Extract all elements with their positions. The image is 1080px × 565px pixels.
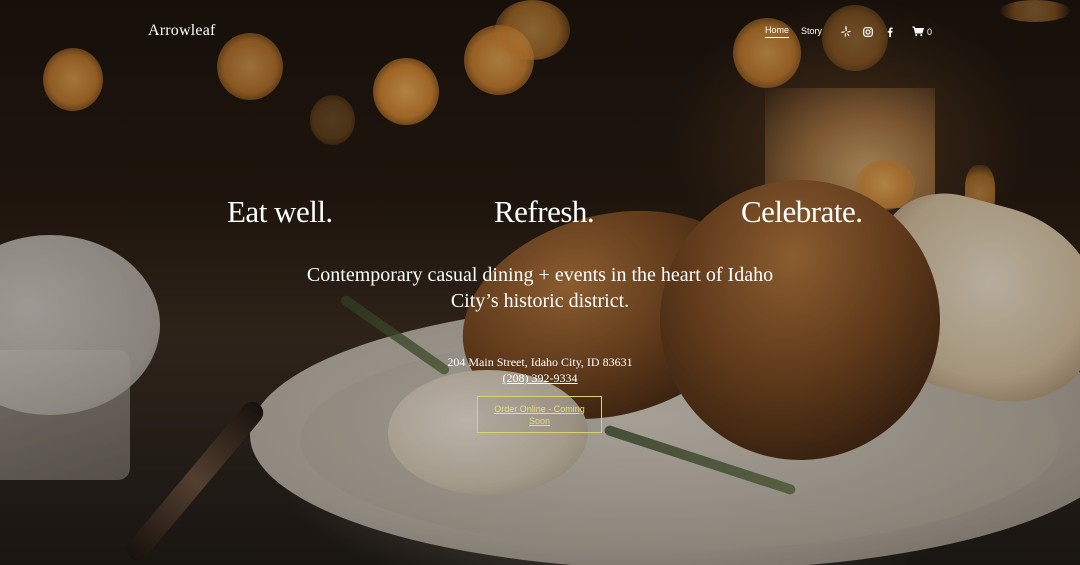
main-nav: Home Story 0 [765, 25, 932, 38]
nav-link-home[interactable]: Home [765, 25, 790, 38]
cart-button[interactable]: 0 [912, 26, 932, 38]
phone-link[interactable]: (208) 392-9334 [440, 371, 640, 386]
facebook-icon[interactable] [884, 26, 896, 38]
tagline-celebrate: Celebrate. [741, 194, 863, 229]
yelp-icon[interactable] [840, 26, 852, 38]
tagline-eat-well: Eat well. [227, 194, 333, 229]
order-online-button[interactable]: Order Online - Coming Soon [477, 396, 602, 433]
cart-icon [912, 26, 925, 38]
page: Arrowleaf Home Story 0 Eat well. Refresh… [0, 0, 1080, 565]
site-header: Arrowleaf Home Story 0 [0, 0, 1080, 64]
nav-link-story[interactable]: Story [801, 26, 822, 38]
restaurant-address: 204 Main Street, Idaho City, ID 83631 [447, 355, 633, 369]
hero-subtitle: Contemporary casual dining + events in t… [306, 264, 774, 312]
instagram-icon[interactable] [862, 26, 874, 38]
cart-count: 0 [927, 26, 933, 37]
site-logo[interactable]: Arrowleaf [148, 22, 216, 40]
tagline-refresh: Refresh. [494, 194, 595, 229]
social-links [840, 26, 906, 38]
